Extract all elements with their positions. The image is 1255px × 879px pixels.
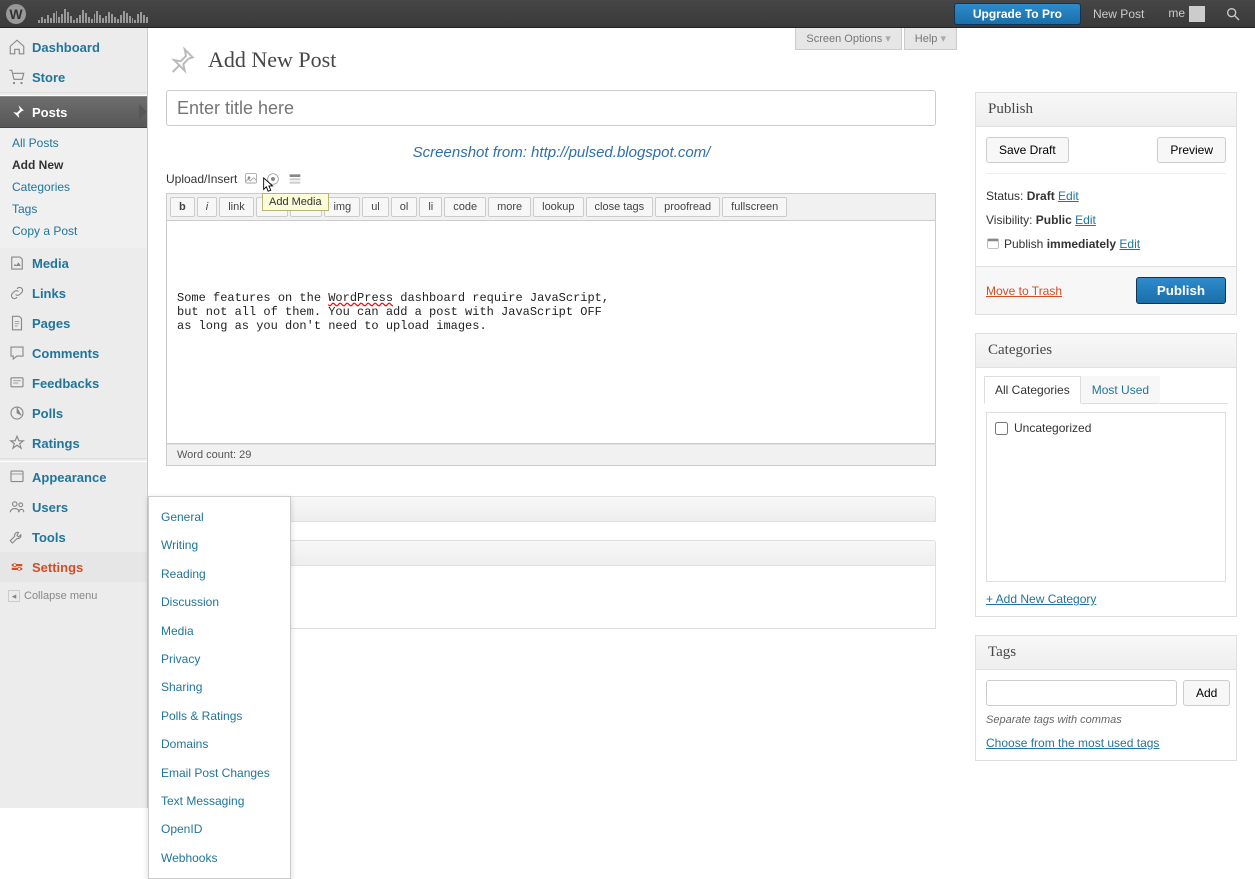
sidebar-item-tools[interactable]: Tools bbox=[0, 522, 147, 552]
add-media-icon[interactable] bbox=[243, 171, 259, 187]
page-title: Add New Post bbox=[208, 47, 336, 73]
search-icon[interactable] bbox=[1225, 6, 1241, 22]
settings-flyout-webhooks[interactable]: Webhooks bbox=[149, 844, 290, 872]
add-audio-icon[interactable] bbox=[265, 171, 281, 187]
quicktag-i[interactable]: i bbox=[197, 197, 217, 217]
sidebar-subitem-categories[interactable]: Categories bbox=[0, 176, 147, 198]
settings-flyout-domains[interactable]: Domains bbox=[149, 730, 290, 758]
avatar-icon bbox=[1189, 6, 1205, 22]
tab-all-categories[interactable]: All Categories bbox=[984, 376, 1081, 404]
settings-flyout-sharing[interactable]: Sharing bbox=[149, 673, 290, 701]
publish-button[interactable]: Publish bbox=[1136, 277, 1226, 304]
screen-meta: Screen Options Help bbox=[795, 28, 957, 50]
edit-status-link[interactable]: Edit bbox=[1058, 189, 1079, 203]
sidebar-item-settings[interactable]: Settings bbox=[0, 552, 147, 582]
upload-insert-label: Upload/Insert bbox=[166, 172, 237, 186]
sidebar-item-posts[interactable]: Posts bbox=[0, 96, 147, 128]
choose-tags-link[interactable]: Choose from the most used tags bbox=[986, 736, 1226, 750]
settings-flyout-email-post-changes[interactable]: Email Post Changes bbox=[149, 759, 290, 787]
tags-heading: Tags bbox=[976, 636, 1236, 670]
admin-menu: DashboardStore Posts All PostsAdd NewCateg… bbox=[0, 28, 148, 808]
sidebar-item-feedbacks[interactable]: Feedbacks bbox=[0, 368, 147, 398]
sidebar-subitem-add-new[interactable]: Add New bbox=[0, 154, 147, 176]
tags-box: Tags Add Separate tags with commas Choos… bbox=[975, 635, 1237, 761]
sidebar-item-dashboard[interactable]: Dashboard bbox=[0, 32, 147, 62]
quicktag-b[interactable]: b bbox=[170, 197, 195, 217]
media-buttons-row: Upload/Insert Add Media bbox=[166, 171, 957, 187]
tags-input[interactable] bbox=[986, 680, 1177, 706]
settings-flyout-media[interactable]: Media bbox=[149, 617, 290, 645]
screen-options-tab[interactable]: Screen Options bbox=[795, 28, 901, 50]
sidebar-item-appearance[interactable]: Appearance bbox=[0, 462, 147, 492]
quicktag-code[interactable]: code bbox=[444, 197, 486, 217]
watermark-text: Screenshot from: http://pulsed.blogspot.… bbox=[166, 144, 957, 161]
quicktag-fullscreen[interactable]: fullscreen bbox=[722, 197, 787, 217]
publish-heading: Publish bbox=[976, 93, 1236, 127]
sidebar-item-media[interactable]: Media bbox=[0, 248, 147, 278]
post-content-editor[interactable]: Some features on the WordPress dashboard… bbox=[166, 220, 936, 444]
tab-most-used[interactable]: Most Used bbox=[1081, 376, 1160, 404]
quicktag-lookup[interactable]: lookup bbox=[533, 197, 583, 217]
add-custom-icon[interactable] bbox=[287, 171, 303, 187]
quicktag-li[interactable]: li bbox=[419, 197, 442, 217]
edit-schedule-link[interactable]: Edit bbox=[1119, 237, 1140, 251]
quicktag-more[interactable]: more bbox=[488, 197, 531, 217]
categories-heading: Categories bbox=[976, 334, 1236, 368]
settings-flyout-text-messaging[interactable]: Text Messaging bbox=[149, 787, 290, 815]
user-menu[interactable]: me bbox=[1156, 6, 1217, 22]
preview-button[interactable]: Preview bbox=[1157, 137, 1226, 163]
help-tab[interactable]: Help bbox=[904, 28, 957, 50]
categories-box: Categories All Categories Most Used Unca… bbox=[975, 333, 1237, 617]
calendar-icon bbox=[986, 236, 1000, 250]
new-post-link[interactable]: New Post bbox=[1081, 7, 1156, 21]
sidebar-item-ratings[interactable]: Ratings bbox=[0, 428, 147, 458]
post-title-input[interactable] bbox=[166, 90, 936, 126]
quicktag-close-tags[interactable]: close tags bbox=[586, 197, 654, 217]
edit-visibility-link[interactable]: Edit bbox=[1075, 213, 1096, 227]
admin-bar: W Upgrade To Pro New Post me bbox=[0, 0, 1255, 28]
sidebar-item-pages[interactable]: Pages bbox=[0, 308, 147, 338]
stats-sparkline-icon[interactable] bbox=[38, 5, 148, 23]
sidebar-column: Publish Save Draft Preview Status: Draft… bbox=[975, 28, 1255, 808]
settings-flyout-writing[interactable]: Writing bbox=[149, 531, 290, 559]
settings-flyout-menu: GeneralWritingReadingDiscussionMediaPriv… bbox=[148, 496, 291, 879]
sidebar-item-links[interactable]: Links bbox=[0, 278, 147, 308]
quicktag-proofread[interactable]: proofread bbox=[655, 197, 720, 217]
add-tag-button[interactable]: Add bbox=[1183, 680, 1230, 706]
quicktag-ul[interactable]: ul bbox=[362, 197, 389, 217]
sidebar-subitem-copy-a-post[interactable]: Copy a Post bbox=[0, 220, 147, 242]
quicktag-link[interactable]: link bbox=[219, 197, 254, 217]
quicktag-img[interactable]: img bbox=[324, 197, 360, 217]
wordpress-logo-icon[interactable]: W bbox=[6, 4, 26, 24]
sidebar-item-users[interactable]: Users bbox=[0, 492, 147, 522]
collapse-menu-button[interactable]: ◂ Collapse menu bbox=[0, 582, 147, 610]
category-item[interactable]: Uncategorized bbox=[995, 421, 1217, 435]
settings-flyout-discussion[interactable]: Discussion bbox=[149, 588, 290, 616]
move-to-trash-link[interactable]: Move to Trash bbox=[986, 284, 1062, 298]
word-count-bar: Word count: 29 bbox=[166, 444, 936, 466]
sidebar-subitem-all-posts[interactable]: All Posts bbox=[0, 132, 147, 154]
pin-icon bbox=[166, 44, 198, 76]
add-new-category-link[interactable]: + Add New Category bbox=[986, 592, 1226, 606]
sidebar-item-store[interactable]: Store bbox=[0, 62, 147, 92]
settings-flyout-reading[interactable]: Reading bbox=[149, 560, 290, 588]
settings-flyout-openid[interactable]: OpenID bbox=[149, 815, 290, 843]
tags-hint: Separate tags with commas bbox=[986, 714, 1226, 726]
settings-flyout-general[interactable]: General bbox=[149, 503, 290, 531]
add-media-tooltip: Add Media bbox=[262, 193, 329, 211]
settings-flyout-polls-ratings[interactable]: Polls & Ratings bbox=[149, 702, 290, 730]
sidebar-item-comments[interactable]: Comments bbox=[0, 338, 147, 368]
sidebar-subitem-tags[interactable]: Tags bbox=[0, 198, 147, 220]
save-draft-button[interactable]: Save Draft bbox=[986, 137, 1069, 163]
settings-flyout-privacy[interactable]: Privacy bbox=[149, 645, 290, 673]
upgrade-button[interactable]: Upgrade To Pro bbox=[954, 3, 1081, 25]
publish-box: Publish Save Draft Preview Status: Draft… bbox=[975, 92, 1237, 315]
quicktag-ol[interactable]: ol bbox=[391, 197, 418, 217]
sidebar-item-polls[interactable]: Polls bbox=[0, 398, 147, 428]
